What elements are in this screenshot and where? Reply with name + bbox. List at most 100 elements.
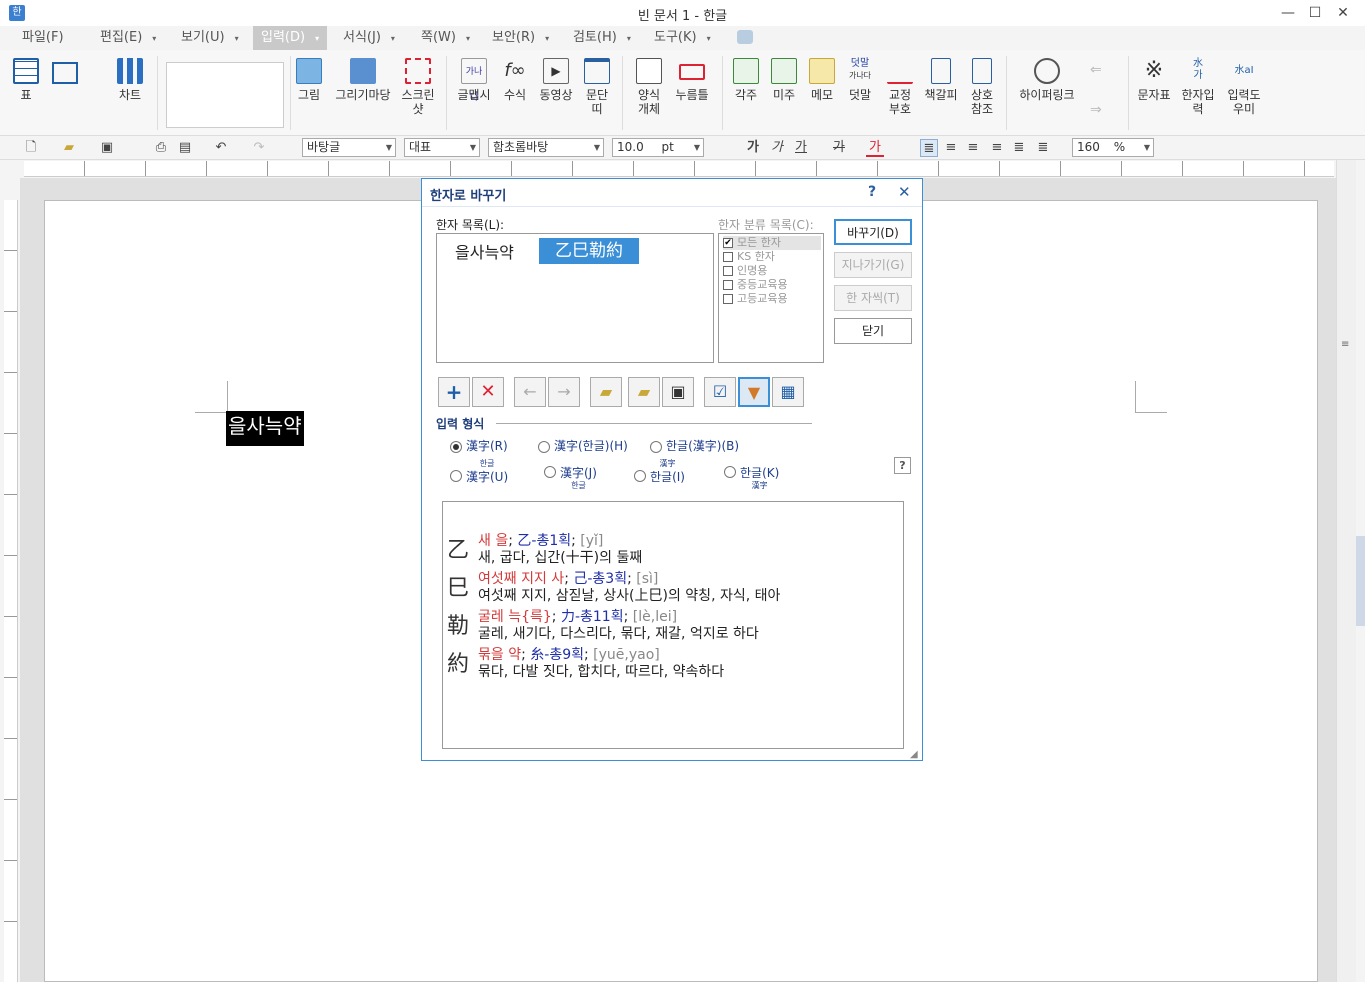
format-radio-ruby-top[interactable]: 한글 漢字(U)	[450, 459, 508, 485]
import-folder-icon[interactable]: ▰	[590, 377, 622, 407]
picture-button[interactable]: 그림	[294, 58, 324, 102]
save-icon[interactable]: ▣	[662, 377, 694, 407]
arrow-left-icon[interactable]: ←	[514, 377, 546, 407]
menu-file[interactable]: 파일(F)	[14, 26, 72, 50]
field-button[interactable]: 누름틀	[672, 58, 712, 102]
radio-icon[interactable]	[544, 465, 556, 478]
memo-button[interactable]: 메모	[808, 58, 836, 102]
bold-button[interactable]: 가	[744, 139, 762, 157]
category-list[interactable]: ✔ 모든 한자 KS 한자 인명용 중등교육용 고등교육용	[718, 233, 824, 363]
underline-button[interactable]: 가	[792, 139, 810, 157]
menu-review[interactable]: 검토(H) ▾	[565, 26, 639, 50]
selected-text[interactable]: 을사늑약	[226, 411, 304, 446]
radio-icon[interactable]	[634, 470, 646, 482]
align-divide-icon[interactable]: ≣	[1034, 139, 1052, 157]
paragraph-band-button[interactable]: 문단띠	[582, 58, 612, 116]
format-radio-hanja[interactable]: 漢字(R)	[450, 437, 508, 454]
grid-icon[interactable]: ▦	[772, 377, 804, 407]
line-spacing-input[interactable]: 160 % ▼	[1072, 138, 1154, 157]
category-item[interactable]: 중등교육용	[723, 278, 788, 292]
style-select[interactable]: 바탕글 ▼	[302, 138, 396, 157]
preview-icon[interactable]: ▤	[176, 139, 194, 157]
vertical-scrollbar[interactable]: ≡	[1336, 160, 1356, 982]
align-right-icon[interactable]: ≡	[988, 139, 1006, 157]
skip-button[interactable]: 지나가기(G)	[834, 252, 912, 278]
format-radio-hanja-hangul[interactable]: 漢字(한글)(H)	[538, 437, 628, 454]
checkbox-icon[interactable]	[723, 280, 733, 290]
cross-reference-button[interactable]: 상호참조	[966, 58, 998, 116]
dictionary-icon[interactable]: ▼	[738, 377, 770, 407]
font-size-input[interactable]: 10.0 pt ▼	[612, 138, 704, 157]
align-left-icon[interactable]: ≡	[942, 139, 960, 157]
strikethrough-button[interactable]: 가	[830, 139, 848, 157]
open-folder-icon[interactable]: ▰	[60, 139, 78, 157]
check-list-icon[interactable]: ☑	[704, 377, 736, 407]
list-item-selected[interactable]: 乙巳勒約	[539, 238, 639, 264]
radio-icon[interactable]	[450, 440, 462, 453]
cell-edit-icon[interactable]	[52, 62, 78, 84]
menu-format[interactable]: 서식(J) ▾	[335, 26, 403, 50]
save-icon[interactable]: ▣	[98, 139, 116, 157]
list-item[interactable]: 을사늑약	[455, 240, 514, 266]
menu-input[interactable]: 입력(D) ▾	[253, 26, 328, 50]
align-distribute-icon[interactable]: ≣	[1010, 139, 1028, 157]
panel-collapse-icon[interactable]	[1356, 536, 1365, 626]
arrow-right-icon[interactable]: →	[548, 377, 580, 407]
language-select[interactable]: 대표 ▼	[404, 138, 480, 157]
shape-gallery[interactable]	[166, 62, 284, 128]
screenshot-button[interactable]: 스크린샷	[400, 58, 436, 116]
checkbox-icon[interactable]: ✔	[723, 238, 733, 248]
undo-icon[interactable]: ↶	[212, 139, 230, 157]
new-document-icon[interactable]: 🗋	[22, 139, 40, 157]
format-radio-hangul-ruby-top[interactable]: 漢字 한글(I)	[634, 459, 685, 485]
proofread-button[interactable]: 교정부호	[884, 58, 916, 116]
chart-button[interactable]: 차트	[114, 58, 146, 102]
endnote-button[interactable]: 미주	[770, 58, 798, 102]
input-helper-button[interactable]: 水aI 입력도우미	[1222, 58, 1266, 116]
delete-icon[interactable]: ✕	[472, 377, 504, 407]
settings-icon[interactable]	[737, 30, 753, 44]
hanja-list[interactable]: 을사늑약 乙巳勒約	[436, 233, 714, 363]
replace-button[interactable]: 바꾸기(D)	[834, 219, 912, 245]
align-justify-icon[interactable]: ≣	[920, 139, 938, 157]
menu-tools[interactable]: 도구(K) ▾	[646, 26, 719, 50]
hanja-input-button[interactable]: 水 가 한자입력	[1180, 58, 1216, 116]
redo-icon[interactable]: ↷	[250, 139, 268, 157]
close-button[interactable]: 닫기	[834, 318, 912, 344]
close-icon[interactable]: ✕	[898, 183, 911, 201]
radio-icon[interactable]	[650, 440, 662, 453]
one-char-button[interactable]: 한 자씩(T)	[834, 285, 912, 311]
help-icon[interactable]: ?	[868, 184, 876, 200]
checkbox-icon[interactable]	[723, 252, 733, 262]
font-color-button[interactable]: 가	[866, 139, 884, 157]
italic-button[interactable]: 가	[768, 139, 786, 157]
drawing-button[interactable]: 그리기마당	[332, 58, 394, 102]
category-item[interactable]: ✔ 모든 한자	[723, 236, 821, 250]
glamsi-button[interactable]: 가나다 글맵시	[456, 58, 492, 103]
overlay-button[interactable]: 덧말 가나다 덧말	[844, 58, 876, 102]
hyperlink-button[interactable]: 하이퍼링크	[1014, 58, 1080, 102]
open-folder-icon[interactable]: ▰	[628, 377, 660, 407]
menu-security[interactable]: 보안(R) ▾	[484, 26, 557, 50]
menu-edit[interactable]: 편집(E) ▾	[92, 26, 164, 50]
menu-view[interactable]: 보기(U) ▾	[173, 26, 247, 50]
category-item[interactable]: KS 한자	[723, 250, 775, 264]
bookmark-button[interactable]: 책갈피	[922, 58, 960, 102]
category-item[interactable]: 인명용	[723, 264, 767, 278]
maximize-button[interactable]: ☐	[1305, 4, 1325, 22]
print-icon[interactable]: ⎙	[152, 139, 170, 157]
table-button[interactable]: 표	[10, 58, 42, 102]
checkbox-icon[interactable]	[723, 294, 733, 304]
side-panel-toggle[interactable]	[1356, 160, 1365, 982]
add-icon[interactable]: +	[438, 377, 470, 407]
footnote-button[interactable]: 각주	[732, 58, 760, 102]
align-center-icon[interactable]: ≡	[964, 139, 982, 157]
minimize-button[interactable]: —	[1278, 4, 1298, 22]
character-map-button[interactable]: ※ 문자표	[1134, 58, 1174, 102]
font-select[interactable]: 함초롬바탕 ▼	[488, 138, 604, 157]
format-radio-hangul-ruby-bottom[interactable]: 한글(K) 漢字	[724, 464, 779, 490]
close-window-button[interactable]: ✕	[1333, 4, 1353, 22]
formula-button[interactable]: f∞ 수식	[500, 58, 530, 102]
format-radio-ruby-bottom[interactable]: 漢字(J) 한글	[544, 464, 597, 490]
category-item[interactable]: 고등교육용	[723, 292, 788, 306]
